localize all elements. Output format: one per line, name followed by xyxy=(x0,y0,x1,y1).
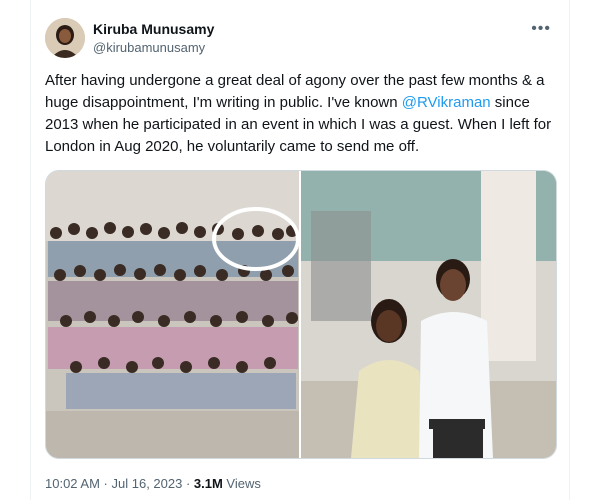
tweet-meta: 10:02 AM · Jul 16, 2023 · 3.1M Views xyxy=(45,476,261,491)
avatar[interactable] xyxy=(45,18,85,58)
tweet-text: After having undergone a great deal of a… xyxy=(45,70,555,158)
avatar-image xyxy=(45,18,85,58)
media-grid[interactable] xyxy=(45,170,557,459)
mention-link[interactable]: @RVikraman xyxy=(402,94,491,111)
group-photo-image xyxy=(46,171,299,458)
separator: · xyxy=(182,476,194,491)
display-name[interactable]: Kiruba Munusamy xyxy=(93,21,214,37)
tweet-date[interactable]: Jul 16, 2023 xyxy=(112,476,183,491)
separator: · xyxy=(99,476,112,491)
tweet-time[interactable]: 10:02 AM xyxy=(45,476,100,491)
views-count: 3.1M xyxy=(193,476,223,491)
airport-photo-image xyxy=(301,171,556,458)
tweet-card[interactable]: Kiruba Munusamy @kirubamunusamy ••• Afte… xyxy=(30,0,570,500)
more-options-icon[interactable]: ••• xyxy=(531,20,551,38)
user-handle[interactable]: @kirubamunusamy xyxy=(93,40,205,55)
airport-photo[interactable] xyxy=(301,171,556,458)
group-photo[interactable] xyxy=(46,171,299,458)
views-label: Views xyxy=(222,476,261,491)
